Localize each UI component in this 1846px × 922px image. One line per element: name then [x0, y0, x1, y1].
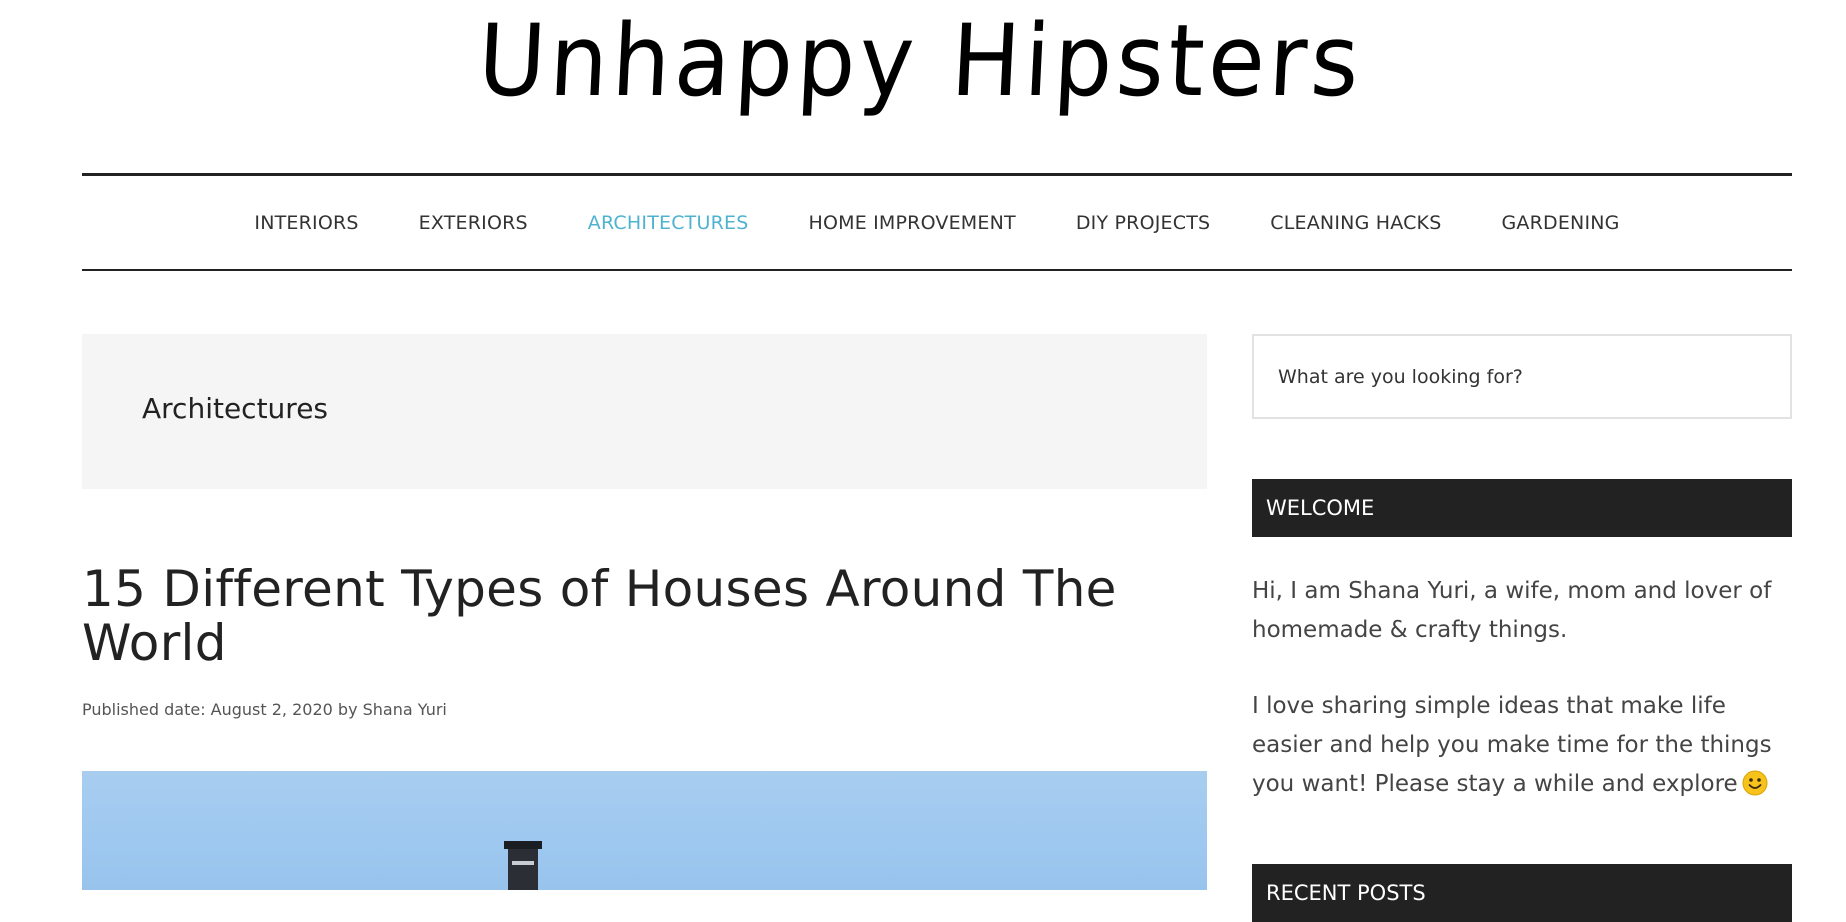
welcome-paragraph-2: I love sharing simple ideas that make li… [1252, 687, 1797, 804]
search-form [1252, 334, 1792, 419]
chimney-stripe-shape [512, 861, 534, 865]
post-title[interactable]: 15 Different Types of Houses Around The … [82, 562, 1207, 670]
featured-image[interactable] [82, 771, 1207, 890]
chimney-cap-shape [504, 841, 542, 849]
main-navigation: INTERIORS EXTERIORS ARCHITECTURES HOME I… [82, 173, 1792, 271]
post-meta: Published date: August 2, 2020 by Shana … [82, 700, 447, 719]
welcome-paragraph-1: Hi, I am Shana Yuri, a wife, mom and lov… [1252, 578, 1772, 643]
site-title-logo[interactable]: Unhappy Hipsters [0, 3, 1846, 119]
nav-item-cleaning-hacks[interactable]: CLEANING HACKS [1240, 212, 1471, 234]
chimney-shape [508, 843, 538, 890]
nav-item-diy-projects[interactable]: DIY PROJECTS [1046, 212, 1240, 234]
site-header: Unhappy Hipsters [0, 0, 1846, 160]
nav-item-gardening[interactable]: GARDENING [1471, 212, 1649, 234]
nav-item-home-improvement[interactable]: HOME IMPROVEMENT [778, 212, 1045, 234]
archive-description: Architectures [82, 334, 1207, 489]
smiley-face-icon [1742, 770, 1768, 796]
welcome-widget-heading: WELCOME [1252, 479, 1792, 537]
search-input[interactable] [1254, 336, 1790, 417]
nav-item-exteriors[interactable]: EXTERIORS [389, 212, 558, 234]
archive-title: Architectures [142, 392, 329, 425]
welcome-paragraph-2-text: I love sharing simple ideas that make li… [1252, 693, 1772, 797]
nav-item-architectures[interactable]: ARCHITECTURES [558, 212, 779, 234]
nav-item-interiors[interactable]: INTERIORS [224, 212, 388, 234]
recent-posts-widget-heading: RECENT POSTS [1252, 864, 1792, 922]
